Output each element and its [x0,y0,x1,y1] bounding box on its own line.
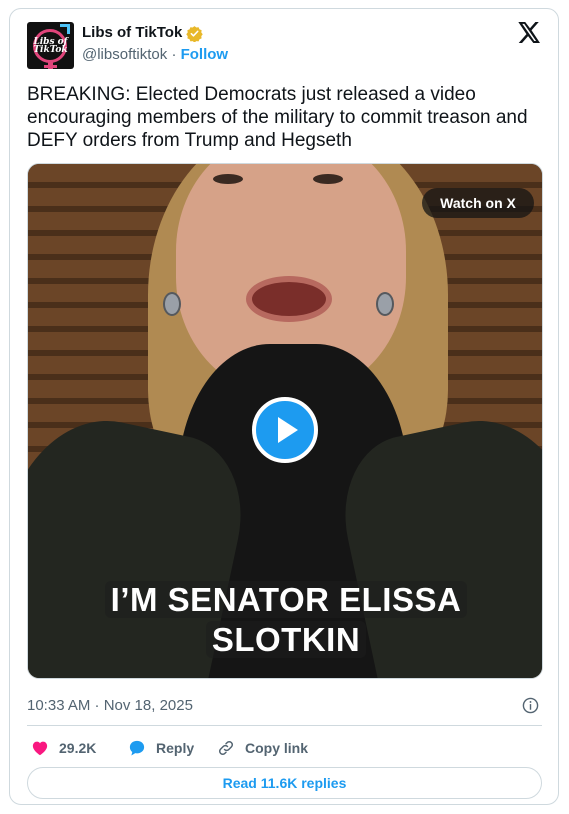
avatar[interactable]: Libs of TikTok [27,22,74,69]
divider [27,725,542,726]
author-handle[interactable]: @libsoftiktok [82,46,167,63]
tweet-embed-card: Libs of TikTok Libs of TikTok @libsoftikt… [9,8,559,805]
tweet-text: BREAKING: Elected Democrats just release… [27,84,528,151]
play-icon [278,417,298,443]
reply-label: Reply [156,740,195,756]
reply-button[interactable]: Reply [128,737,194,759]
verified-badge-icon [186,26,203,42]
video-caption-line1: I’M SENATOR ELISSA [104,581,468,618]
reply-bubble-icon [129,740,145,756]
video-caption: I’M SENATOR ELISSA SLOTKIN [28,580,542,660]
info-icon[interactable] [522,697,539,714]
x-logo-icon[interactable] [518,22,541,43]
copy-link-label: Copy link [245,740,309,756]
like-count: 29.2K [59,740,97,756]
link-icon [218,740,234,756]
action-bar: 29.2K Reply Copy link [27,737,542,759]
follow-button[interactable]: Follow [181,46,229,63]
video-player[interactable]: I’M SENATOR ELISSA SLOTKIN Watch on X [27,163,543,679]
copy-link-button[interactable]: Copy link [217,737,308,759]
author-handle-row: @libsoftiktok · Follow [82,46,228,63]
heart-icon [32,741,48,756]
read-replies-button[interactable]: Read 11.6K replies [27,767,542,799]
avatar-logo-text: Libs of TikTok [33,37,68,55]
watch-on-x-button[interactable]: Watch on X [422,188,534,218]
author-name[interactable]: Libs of TikTok [82,24,182,41]
like-button[interactable]: 29.2K [31,737,96,759]
play-button[interactable] [252,397,318,463]
tweet-timestamp[interactable]: 10:33 AM · Nov 18, 2025 [27,697,193,714]
video-caption-line2: SLOTKIN [205,621,367,658]
separator-dot: · [171,46,177,63]
